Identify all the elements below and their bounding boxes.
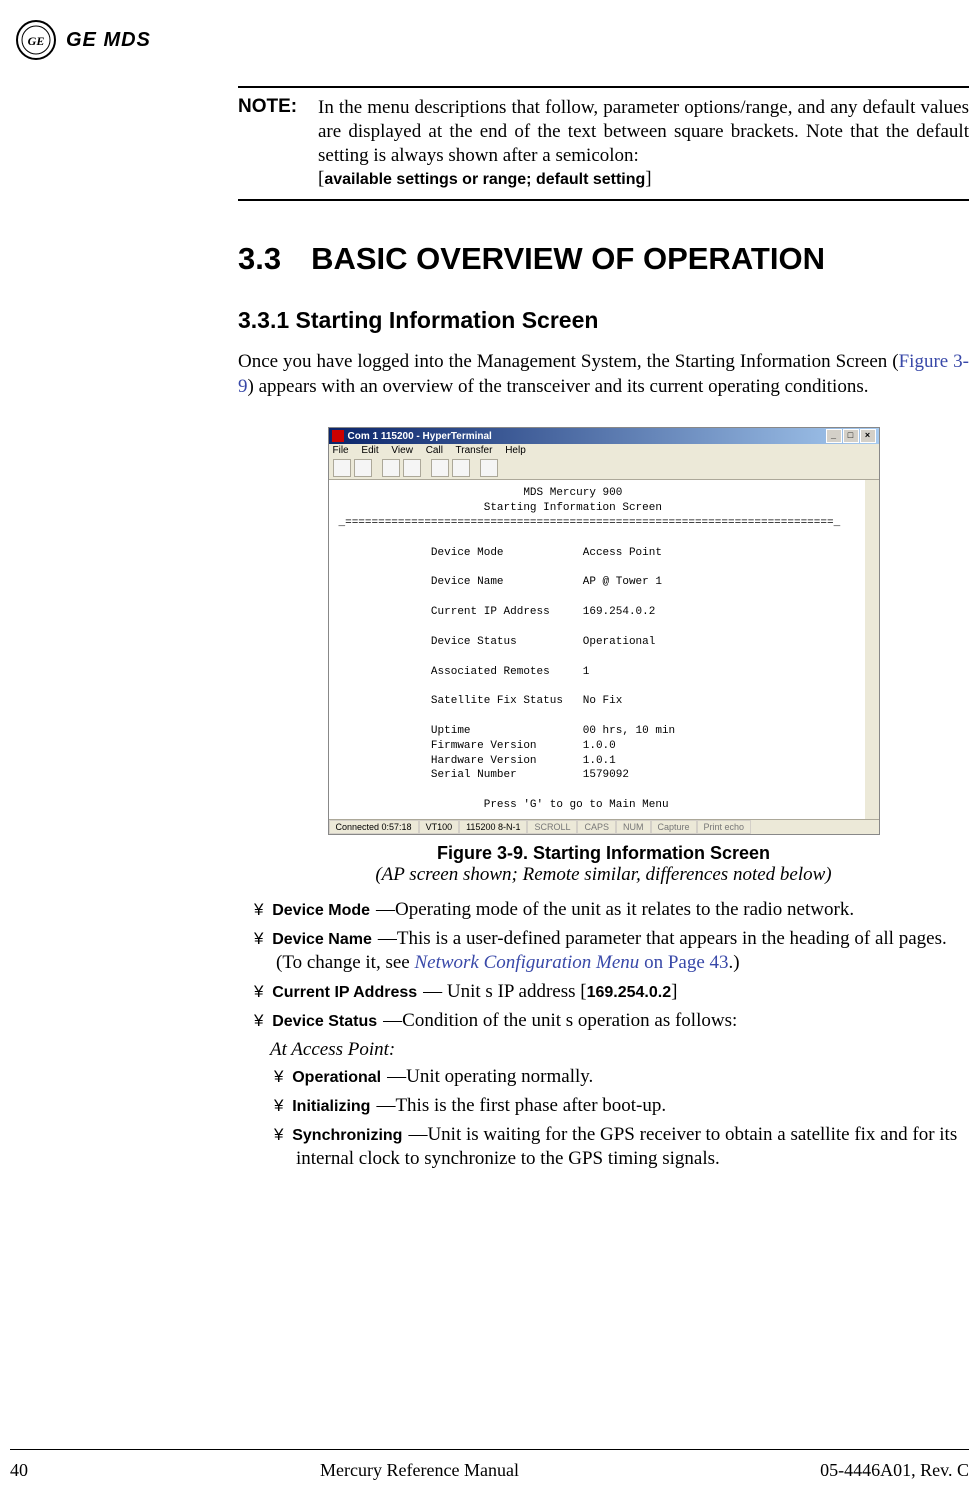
svg-text:GE: GE (28, 34, 45, 48)
status-capture: Capture (651, 820, 697, 834)
footer-revision: 05-4446A01, Rev. C (769, 1460, 969, 1481)
note-body: In the menu descriptions that follow, pa… (318, 96, 969, 191)
note-box: NOTE: In the menu descriptions that foll… (238, 86, 969, 201)
bullet-item: ¥ Device Name—This is a user-defined par… (254, 927, 969, 976)
status-print: Print echo (697, 820, 752, 834)
menu-transfer[interactable]: Transfer (456, 445, 493, 456)
bullet-list: ¥ Device Mode—Operating mode of the unit… (254, 898, 969, 1033)
brand-header: GE GE MDS (10, 20, 969, 60)
page-number: 40 (10, 1460, 70, 1481)
toolbar-button[interactable] (403, 459, 421, 477)
menubar: File Edit View Call Transfer Help (329, 444, 879, 457)
brand-text: GE MDS (66, 29, 151, 52)
footer-title: Mercury Reference Manual (70, 1460, 769, 1481)
menu-view[interactable]: View (391, 445, 413, 456)
section-number: 3.3 (238, 241, 281, 277)
at-heading: At Access Point: (270, 1039, 969, 1061)
bullet-item: ¥ Device Status—Condition of the unit s … (254, 1009, 969, 1034)
toolbar-button[interactable] (452, 459, 470, 477)
terminal-window: Com 1 115200 - HyperTerminal _ □ × File … (328, 427, 880, 835)
section-title: BASIC OVERVIEW OF OPERATION (311, 241, 825, 277)
app-icon (332, 430, 344, 442)
page-footer: 40 Mercury Reference Manual 05-4446A01, … (10, 1449, 969, 1481)
figure-caption: Figure 3-9. Starting Information Screen (238, 843, 969, 864)
toolbar-button[interactable] (431, 459, 449, 477)
sub-bullet-item: ¥ Operational—Unit operating normally. (274, 1065, 969, 1090)
status-connected: Connected 0:57:18 (329, 820, 419, 834)
status-num: NUM (616, 820, 651, 834)
statusbar: Connected 0:57:18 VT100 115200 8-N-1 SCR… (329, 819, 879, 834)
ge-logo-icon: GE (16, 20, 56, 60)
section-heading: 3.3 BASIC OVERVIEW OF OPERATION (238, 241, 969, 277)
status-caps: CAPS (577, 820, 616, 834)
subsection-number: 3.3.1 (238, 307, 289, 333)
titlebar: Com 1 115200 - HyperTerminal _ □ × (329, 428, 879, 444)
bullet-item: ¥ Device Mode—Operating mode of the unit… (254, 898, 969, 923)
sub-bullet-item: ¥ Initializing—This is the first phase a… (274, 1094, 969, 1119)
subsection-heading: 3.3.1 Starting Information Screen (238, 307, 969, 334)
figure-subcaption: (AP screen shown; Remote similar, differ… (238, 864, 969, 886)
subsection-title: Starting Information Screen (296, 307, 599, 333)
menu-help[interactable]: Help (505, 445, 526, 456)
note-text: In the menu descriptions that follow, pa… (318, 97, 969, 166)
status-scroll: SCROLL (527, 820, 577, 834)
close-icon[interactable]: × (860, 429, 876, 443)
terminal-body: MDS Mercury 900 Starting Information Scr… (329, 480, 879, 819)
note-settings: available settings or range; default set… (324, 171, 645, 188)
window-title: Com 1 115200 - HyperTerminal (348, 431, 492, 442)
network-config-link[interactable]: Network Configuration Menu (414, 952, 639, 973)
note-label: NOTE: (238, 96, 318, 191)
intro-paragraph: Once you have logged into the Management… (238, 350, 969, 399)
bullet-item: ¥ Current IP Address— Unit s IP address … (254, 980, 969, 1005)
screenshot: Com 1 115200 - HyperTerminal _ □ × File … (238, 427, 969, 886)
sub-bullet-item: ¥ Synchronizing—Unit is waiting for the … (274, 1123, 969, 1172)
status-emulation: VT100 (419, 820, 460, 834)
menu-file[interactable]: File (333, 445, 349, 456)
minimize-icon[interactable]: _ (826, 429, 842, 443)
toolbar (329, 457, 879, 480)
status-settings: 115200 8-N-1 (459, 820, 527, 834)
menu-call[interactable]: Call (426, 445, 443, 456)
toolbar-button[interactable] (333, 459, 351, 477)
maximize-icon[interactable]: □ (843, 429, 859, 443)
toolbar-button[interactable] (382, 459, 400, 477)
toolbar-button[interactable] (354, 459, 372, 477)
toolbar-button[interactable] (480, 459, 498, 477)
menu-edit[interactable]: Edit (361, 445, 378, 456)
sub-bullet-list: ¥ Operational—Unit operating normally. ¥… (274, 1065, 969, 1172)
